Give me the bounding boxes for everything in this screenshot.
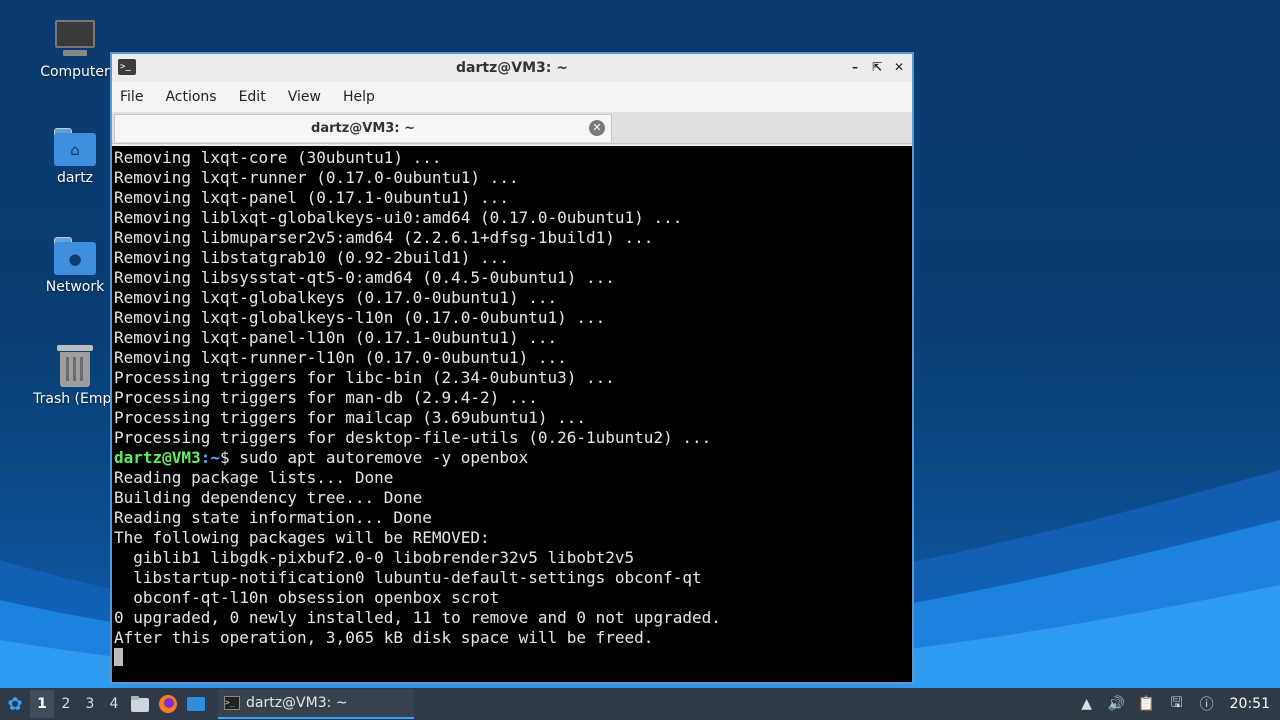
terminal-line: Processing triggers for man-db (2.9.4-2)… xyxy=(114,388,538,407)
terminal-line: Removing libmuparser2v5:amd64 (2.2.6.1+d… xyxy=(114,228,654,247)
terminal-window: >_ dartz@VM3: ~ – ⇱ ✕ File Actions Edit … xyxy=(110,52,914,684)
terminal-line: 0 upgraded, 0 newly installed, 11 to rem… xyxy=(114,608,721,627)
terminal-line: giblib1 libgdk-pixbuf2.0-0 libobrender32… xyxy=(114,548,635,567)
volume-icon[interactable]: 🔊 xyxy=(1102,688,1132,720)
terminal-line: The following packages will be REMOVED: xyxy=(114,528,490,547)
clock[interactable]: 20:51 xyxy=(1222,696,1280,712)
prompt-user: dartz@VM3 xyxy=(114,448,201,467)
tab-label: dartz@VM3: ~ xyxy=(311,121,415,136)
home-folder-icon: ⌂ xyxy=(54,128,96,166)
menu-file[interactable]: File xyxy=(120,89,143,105)
task-label: dartz@VM3: ~ xyxy=(246,695,348,711)
trash-icon xyxy=(57,345,93,387)
terminal-line: Removing lxqt-panel-l10n (0.17.1-0ubuntu… xyxy=(114,328,558,347)
tab-terminal[interactable]: dartz@VM3: ~ ✕ xyxy=(114,114,612,142)
terminal-line: After this operation, 3,065 kB disk spac… xyxy=(114,628,654,647)
prompt-symbol: $ xyxy=(219,448,240,467)
minimize-icon[interactable]: – xyxy=(848,58,862,76)
terminal-output[interactable]: Removing lxqt-core (30ubuntu1) ... Removi… xyxy=(112,146,912,682)
show-desktop-icon[interactable] xyxy=(182,690,210,718)
terminal-line: Removing lxqt-panel (0.17.1-0ubuntu1) ..… xyxy=(114,188,509,207)
maximize-icon[interactable]: ⇱ xyxy=(870,58,884,76)
tab-close-icon[interactable]: ✕ xyxy=(589,120,605,136)
terminal-line: Processing triggers for libc-bin (2.34-0… xyxy=(114,368,615,387)
clipboard-icon[interactable]: 📋 xyxy=(1132,688,1162,720)
terminal-line: Building dependency tree... Done xyxy=(114,488,423,507)
system-tray: ▲ 🔊 📋 🖫 ⓘ 20:51 xyxy=(1072,688,1280,720)
workspace-2[interactable]: 2 xyxy=(54,690,78,718)
close-icon[interactable]: ✕ xyxy=(892,58,906,76)
terminal-line: Removing lxqt-globalkeys-l10n (0.17.0-0u… xyxy=(114,308,606,327)
terminal-app-icon: >_ xyxy=(118,59,136,75)
terminal-line: obconf-qt-l10n obsession openbox scrot xyxy=(114,588,500,607)
menu-actions[interactable]: Actions xyxy=(165,89,216,105)
prompt-path: :~ xyxy=(200,448,220,467)
file-manager-icon[interactable] xyxy=(126,690,154,718)
computer-icon xyxy=(54,20,96,60)
terminal-line: libstartup-notification0 lubuntu-default… xyxy=(114,568,702,587)
network-icon[interactable]: 🖫 xyxy=(1162,688,1192,720)
terminal-line: Processing triggers for desktop-file-uti… xyxy=(114,428,712,447)
menu-help[interactable]: Help xyxy=(343,89,375,105)
terminal-line: Reading state information... Done xyxy=(114,508,432,527)
terminal-line: Removing libstatgrab10 (0.92-2build1) ..… xyxy=(114,248,509,267)
window-title: dartz@VM3: ~ xyxy=(456,60,568,76)
terminal-line: Removing lxqt-runner (0.17.0-0ubuntu1) .… xyxy=(114,168,519,187)
workspace-4[interactable]: 4 xyxy=(102,690,126,718)
terminal-line: Removing lxqt-core (30ubuntu1) ... xyxy=(114,148,442,167)
workspace-3[interactable]: 3 xyxy=(78,690,102,718)
tab-bar: dartz@VM3: ~ ✕ xyxy=(112,112,912,144)
workspace-1[interactable]: 1 xyxy=(30,690,54,718)
update-notifier-icon[interactable]: ⓘ xyxy=(1192,688,1222,720)
terminal-line: Removing lxqt-globalkeys (0.17.0-0ubuntu… xyxy=(114,288,558,307)
menu-edit[interactable]: Edit xyxy=(239,89,266,105)
tray-arrow-icon[interactable]: ▲ xyxy=(1072,688,1102,720)
terminal-line: Reading package lists... Done xyxy=(114,468,394,487)
prompt-line: dartz@VM3:~$ sudo apt autoremove -y open… xyxy=(114,448,912,468)
terminal-line: Removing libsysstat-qt5-0:amd64 (0.4.5-0… xyxy=(114,268,615,287)
start-menu-icon[interactable]: ✿ xyxy=(0,688,30,720)
terminal-task-icon: >_ xyxy=(224,696,240,710)
terminal-cursor xyxy=(114,648,123,666)
menu-view[interactable]: View xyxy=(288,89,321,105)
network-folder-icon: ● xyxy=(54,237,96,275)
taskbar: ✿ 1 2 3 4 >_ dartz@VM3: ~ ▲ 🔊 📋 🖫 ⓘ 20:5… xyxy=(0,688,1280,720)
command-text: sudo apt autoremove -y openbox xyxy=(239,448,529,467)
menu-bar: File Actions Edit View Help xyxy=(112,82,912,112)
taskbar-task-terminal[interactable]: >_ dartz@VM3: ~ xyxy=(218,689,414,719)
terminal-line: Processing triggers for mailcap (3.69ubu… xyxy=(114,408,587,427)
terminal-line: Removing lxqt-runner-l10n (0.17.0-0ubunt… xyxy=(114,348,567,367)
firefox-icon[interactable] xyxy=(154,690,182,718)
terminal-line: Removing liblxqt-globalkeys-ui0:amd64 (0… xyxy=(114,208,683,227)
window-titlebar[interactable]: >_ dartz@VM3: ~ – ⇱ ✕ xyxy=(112,54,912,82)
